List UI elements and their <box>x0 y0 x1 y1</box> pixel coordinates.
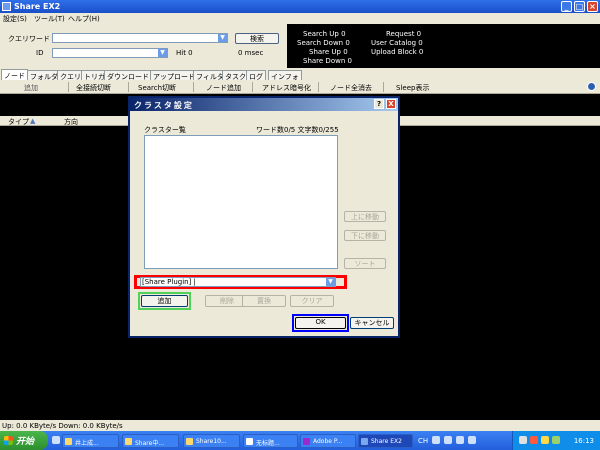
status-bar: Up: 0.0 KByte/s Down: 0.0 KByte/s <box>0 420 600 431</box>
taskbar-item[interactable]: Share10... <box>183 434 240 448</box>
help-icon[interactable] <box>468 436 476 444</box>
close-icon[interactable]: × <box>587 1 598 12</box>
taskbar-item-active[interactable]: Share EX2 <box>358 434 413 448</box>
tab-log[interactable]: ログ <box>246 70 266 81</box>
document-icon <box>246 438 253 445</box>
stat-upload-block: Upload Block 0 <box>371 48 424 56</box>
window-title-bar: Share EX2 _ □ × <box>0 0 600 13</box>
minimize-icon[interactable]: _ <box>561 1 572 12</box>
maximize-icon[interactable]: □ <box>574 1 585 12</box>
toolbar-encrypt-address[interactable]: アドレス暗号化 <box>262 83 311 93</box>
menu-settings[interactable]: 設定(S) <box>3 14 27 24</box>
word-count-label: ワード数0/5 文字数0/255 <box>256 126 339 134</box>
clear-button[interactable]: クリア <box>290 295 334 307</box>
system-tray: 16:13 <box>512 431 600 450</box>
folder-icon <box>65 438 72 445</box>
tab-info[interactable]: インフォ <box>268 70 302 81</box>
help-icon[interactable]: ? <box>374 99 384 109</box>
windows-logo-icon <box>4 436 13 445</box>
volume-icon[interactable] <box>541 436 549 444</box>
security-icon[interactable] <box>530 436 538 444</box>
search-panel: クエリワード ▼ 検索 ID ▼ Hit 0 0 msec <box>0 24 287 68</box>
move-down-button[interactable]: 下に移動 <box>344 230 386 241</box>
desktop-icon[interactable] <box>52 436 60 444</box>
ok-button[interactable]: OK <box>295 317 346 329</box>
tab-upload[interactable]: アップロード <box>150 70 198 81</box>
taskbar-item[interactable]: 井上成... <box>62 434 119 448</box>
keyword-input[interactable]: ▼ <box>52 33 228 43</box>
stats-panel: Search Up 0 Search Down 0 Share Up 0 Sha… <box>287 24 600 68</box>
stat-user-catalog: User Catalog 0 <box>371 39 423 47</box>
keyword-label: クエリワード <box>8 35 50 43</box>
id-label: ID <box>36 49 44 57</box>
replace-button[interactable]: 置換 <box>242 295 286 307</box>
dialog-title-bar: クラスタ設定 ? X <box>130 98 398 111</box>
stat-request: Request 0 <box>386 30 422 38</box>
chevron-down-icon[interactable]: ▼ <box>326 278 335 286</box>
toolbar-divider <box>383 82 384 92</box>
folder-icon <box>186 438 193 445</box>
dialog-title: クラスタ設定 <box>134 101 194 110</box>
tab-folder[interactable]: フォルダ <box>27 70 61 81</box>
stat-share-up: Share Up 0 <box>309 48 348 56</box>
cancel-button[interactable]: キャンセル <box>350 317 394 329</box>
globe-icon[interactable] <box>587 82 596 91</box>
tab-task[interactable]: タスク <box>222 70 249 81</box>
toolbar-clear-nodes[interactable]: ノード全消去 <box>330 83 372 93</box>
cluster-word-combo[interactable]: [Share Plugin] | ▼ <box>140 277 336 287</box>
toolbar-divider <box>128 82 129 92</box>
chevron-down-icon[interactable]: ▼ <box>218 34 227 42</box>
taskbar-item[interactable]: Share中... <box>122 434 179 448</box>
taskbar: 开始 井上成... Share中... Share10... 无标题... Ad… <box>0 431 600 450</box>
search-button[interactable]: 検索 <box>235 33 279 44</box>
network-icon[interactable] <box>519 436 527 444</box>
toolbar-search-disconnect[interactable]: Search切断 <box>138 83 176 93</box>
tab-node[interactable]: ノード <box>1 69 28 80</box>
window-title: Share EX2 <box>14 2 61 11</box>
menu-tools[interactable]: ツール(T) <box>34 14 65 24</box>
taskbar-item[interactable]: 无标题... <box>243 434 298 448</box>
id-input[interactable]: ▼ <box>52 48 168 58</box>
stat-share-down: Share Down 0 <box>303 57 352 65</box>
photoshop-icon <box>303 438 310 445</box>
keyboard-icon[interactable] <box>456 436 464 444</box>
app-icon <box>2 2 11 11</box>
tab-download[interactable]: ダウンロード <box>104 70 152 81</box>
search-time: 0 msec <box>238 49 264 57</box>
pen-icon[interactable] <box>444 436 452 444</box>
menu-bar: 設定(S) ツール(T) ヘルプ(H) <box>0 13 600 24</box>
toolbar-add-node[interactable]: ノード追加 <box>206 83 241 93</box>
tray-app-icon[interactable] <box>552 436 560 444</box>
node-toolbar: 追加 全接続切断 Search切断 ノード追加 アドレス暗号化 ノード全消去 S… <box>0 80 600 94</box>
cluster-settings-dialog: クラスタ設定 ? X クラスター覧 ワード数0/5 文字数0/255 上に移動 … <box>128 96 400 338</box>
menu-help[interactable]: ヘルプ(H) <box>68 14 100 24</box>
tab-query[interactable]: クエリ <box>57 70 84 81</box>
app-icon <box>361 438 368 445</box>
chevron-down-icon[interactable]: ▼ <box>158 49 167 57</box>
ime-icon[interactable] <box>432 436 440 444</box>
cluster-listbox[interactable] <box>144 135 338 269</box>
main-tabs: ノード フォルダ クエリ トリガ ダウンロード アップロード フィルタ タスク … <box>0 68 600 81</box>
sort-button[interactable]: ソート <box>344 258 386 269</box>
add-button[interactable]: 追加 <box>141 295 188 307</box>
sort-ascending-icon: ▲ <box>30 117 36 125</box>
close-icon[interactable]: X <box>386 99 396 109</box>
language-indicator[interactable]: CH <box>418 437 428 445</box>
toolbar-add[interactable]: 追加 <box>24 83 38 93</box>
hit-count: Hit 0 <box>176 49 193 57</box>
start-button[interactable]: 开始 <box>0 431 48 450</box>
app-icon <box>125 438 132 445</box>
toolbar-divider <box>68 82 69 92</box>
toolbar-sleep-display[interactable]: Sleep表示 <box>396 83 429 93</box>
move-up-button[interactable]: 上に移動 <box>344 211 386 222</box>
toolbar-divider <box>252 82 253 92</box>
toolbar-disconnect-all[interactable]: 全接続切断 <box>76 83 111 93</box>
cluster-list-label: クラスター覧 <box>144 126 186 134</box>
toolbar-divider <box>193 82 194 92</box>
stat-search-down: Search Down 0 <box>297 39 350 47</box>
taskbar-item[interactable]: Adobe P... <box>300 434 356 448</box>
stat-search-up: Search Up 0 <box>303 30 346 38</box>
toolbar-divider <box>318 82 319 92</box>
clock: 16:13 <box>573 437 594 445</box>
